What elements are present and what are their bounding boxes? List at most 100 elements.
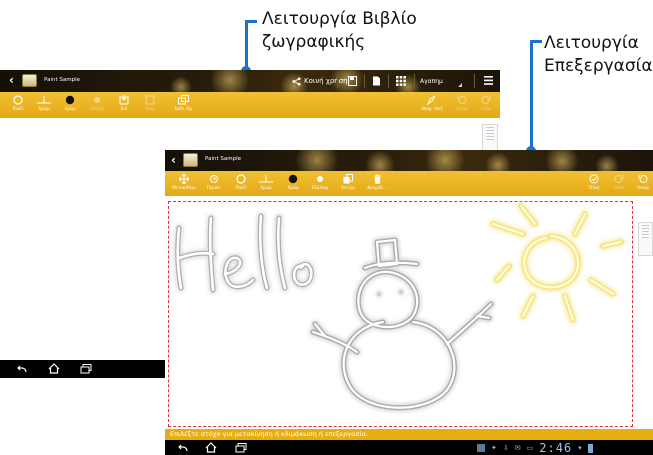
screenshot-stage: Λειτουργία Βιβλίο ζωγραφικής Λειτουργία …: [0, 0, 653, 455]
brush-circle-icon: [236, 174, 246, 184]
callout-edit-line1: Λειτουργία: [544, 33, 639, 53]
tool-label: Χρώμ: [64, 106, 76, 111]
delete-icon: [373, 174, 381, 184]
brush-circle-icon: [13, 95, 23, 105]
tool-label: Πινέλ: [235, 185, 247, 190]
favorites-dropdown-value: Αγαπημ: [420, 77, 443, 85]
move-icon: [179, 174, 189, 184]
top-tool-exit-edit[interactable]: Αποχ. επεξ: [418, 95, 446, 111]
share-icon: [292, 76, 301, 86]
callout-line-edit: [530, 40, 533, 148]
home-icon[interactable]: [48, 363, 60, 374]
recent-apps-icon[interactable]: [235, 443, 247, 453]
clock: 2:46: [539, 441, 573, 455]
undo-icon: [638, 174, 648, 183]
main-tool-stroke[interactable]: Χρώμ: [255, 174, 277, 190]
status-message-bar: Επιλέξτε στόχο για μετακίνηση ή κλιμάκωσ…: [165, 429, 653, 440]
background-nav-bar: [0, 360, 165, 378]
top-tool-layers[interactable]: Τρόπ. Ομ: [170, 95, 196, 111]
favorites-dropdown[interactable]: Αγαπημ: [420, 74, 462, 88]
callout-edit-line2: Επεξεργασία: [544, 56, 653, 76]
top-tool-redo[interactable]: Ακύρ: [476, 95, 496, 111]
main-tool-move[interactable]: Μετακ/Κλιμ: [171, 174, 197, 190]
main-nav-bar: ✦ ⇩ ✉ ▭ 2:46 ▾: [165, 440, 653, 455]
main-tool-brush[interactable]: Πινέλ: [231, 174, 251, 190]
main-tool-redo[interactable]: Επαν: [608, 174, 630, 190]
top-tool-color[interactable]: Χρώμ: [60, 95, 80, 111]
stroke-width-icon: [37, 96, 51, 104]
usb-icon: ✦: [491, 444, 497, 452]
redo-icon: [481, 95, 491, 104]
main-tool-undo[interactable]: Αναίρ: [633, 174, 653, 190]
screenshot-icon: ▭: [526, 444, 534, 452]
callout-line-book: [245, 20, 248, 70]
page-scroller-main[interactable]: [638, 222, 653, 256]
done-icon: [589, 174, 599, 184]
undo-icon: [457, 95, 467, 104]
tool-label: Επικ: [145, 106, 155, 111]
tool-label: Διαγρ/Ε...: [367, 185, 387, 190]
back-chevron-icon[interactable]: ‹: [171, 153, 176, 167]
recent-apps-icon[interactable]: [80, 364, 92, 374]
top-tool-insert[interactable]: Εισ: [114, 95, 134, 111]
top-action-bar: ‹ Paint Sample Κοινή χρήση Αγαπημ: [0, 70, 500, 92]
share-button[interactable]: Κοινή χρήση: [292, 74, 348, 88]
overflow-menu-icon[interactable]: [484, 76, 493, 85]
main-tool-rotate[interactable]: Περιστ: [203, 174, 225, 190]
app-icon: [183, 153, 198, 167]
download-icon: ⇩: [502, 444, 509, 452]
share-label: Κοινή χρήση: [304, 77, 348, 85]
dropdown-corner-icon: [458, 83, 462, 87]
tool-label: Τρόπ. Ομ: [173, 106, 193, 111]
gallery-notification-icon[interactable]: [477, 444, 485, 452]
main-tool-delete[interactable]: Διαγρ/Ε...: [363, 174, 391, 190]
insert-icon: [119, 95, 129, 105]
tool-label: Εξάλειψ: [312, 185, 328, 190]
callout-tick-edit: [530, 40, 542, 43]
back-icon[interactable]: [16, 364, 28, 374]
callout-tick-book: [245, 20, 257, 23]
drawing-artwork[interactable]: [165, 196, 635, 428]
layers-icon: [177, 95, 189, 105]
battery-icon: [587, 443, 593, 453]
erase-dot-icon: [317, 176, 323, 182]
callout-edit-mode: Λειτουργία Επεξεργασία: [544, 32, 653, 78]
top-tool-stroke[interactable]: Χρώμ: [33, 95, 55, 111]
callout-book-line2: ζωγραφικής: [262, 32, 366, 52]
callout-book-line1: Λειτουργία Βιβλίο: [262, 9, 417, 29]
tool-label: Εισ: [120, 106, 128, 111]
tool-label: Αποχ. επεξ: [421, 106, 443, 111]
tool-label: Ακύρ: [481, 106, 491, 111]
stroke-width-icon: [259, 175, 273, 183]
top-toolbar: Πινέλ Χρώμ Χρώμ Σβήσιμ Εισ Επικ Τρόπ. Ομ: [0, 92, 500, 118]
back-icon[interactable]: [177, 443, 189, 453]
top-tool-eraser[interactable]: Σβήσιμ: [86, 95, 108, 111]
home-icon[interactable]: [205, 442, 217, 453]
page-icon[interactable]: [372, 76, 381, 86]
paste-icon: [145, 95, 155, 105]
tool-label: Χρώμ: [260, 185, 272, 190]
main-app-title: Paint Sample: [205, 156, 241, 162]
tool-label: Αναίρ: [456, 106, 468, 111]
eraser-icon: [94, 97, 100, 103]
tool-label: Περιστ: [206, 185, 221, 190]
main-tool-done[interactable]: Τέλος: [583, 174, 605, 190]
tool-label: Αναίρ: [637, 185, 649, 190]
top-tool-brush[interactable]: Πινέλ: [8, 95, 28, 111]
back-chevron-icon[interactable]: ‹: [9, 73, 14, 87]
main-tool-copy[interactable]: Αντιγρ: [337, 174, 359, 190]
mail-icon: ✉: [514, 444, 521, 452]
grid-view-icon[interactable]: [396, 76, 406, 86]
snowman-drawing: [310, 237, 494, 411]
app-title: Paint Sample: [44, 77, 80, 83]
main-tool-color[interactable]: Χρώμ: [283, 174, 303, 190]
app-icon: [22, 74, 37, 87]
top-tool-paste[interactable]: Επικ: [140, 95, 160, 111]
tool-label: Επαν: [614, 185, 624, 190]
callout-book-mode: Λειτουργία Βιβλίο ζωγραφικής: [262, 8, 417, 54]
top-tool-undo[interactable]: Αναίρ: [452, 95, 472, 111]
tool-label: Χρώμ: [38, 106, 50, 111]
color-dot-icon: [288, 174, 298, 184]
save-icon[interactable]: [348, 76, 357, 86]
main-tool-erase[interactable]: Εξάλειψ: [309, 174, 331, 190]
